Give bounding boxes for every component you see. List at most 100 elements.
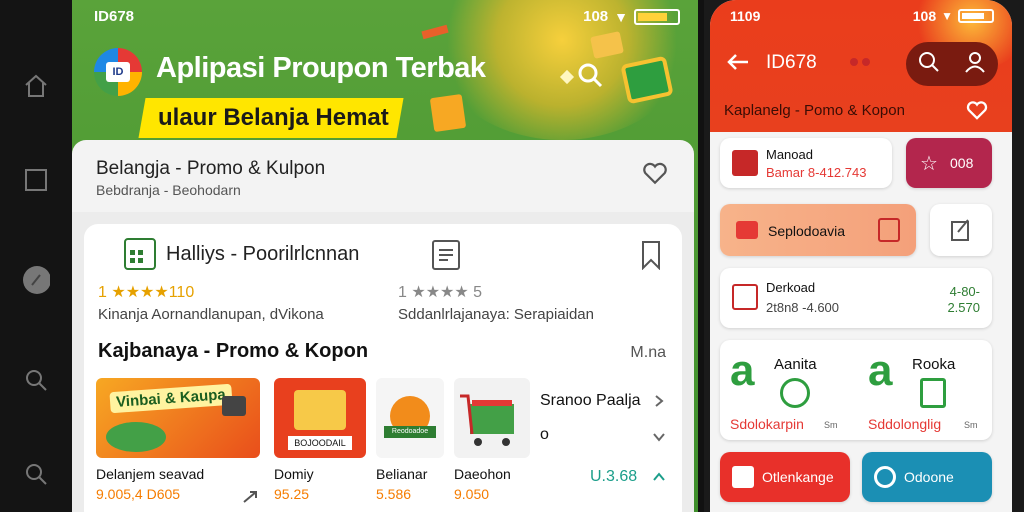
product-image: Vinbai & Kaupa — [96, 378, 260, 458]
see-more-link[interactable]: M.na — [630, 344, 666, 362]
category-label: Rooka — [912, 356, 956, 373]
card-title: Belangja - Promo & Kulpon — [96, 158, 326, 179]
basket-icon — [732, 284, 758, 310]
document-icon[interactable] — [432, 240, 460, 270]
edit-button[interactable] — [930, 204, 992, 256]
product-name: Domiy — [274, 466, 314, 482]
content-area: Halliys - Poorilrlcnnan 1 ★★★★110 1 ★★★★… — [72, 212, 694, 512]
screen: ID678 108 ▼ ID Aplipasi Proupon Terbak u… — [0, 0, 1024, 512]
category-icon[interactable] — [780, 378, 810, 408]
page-title: ID678 — [766, 52, 817, 73]
deal-value-1: 4-80- — [949, 284, 980, 299]
product-card[interactable]: Vinbai & Kaupa Delanjem seavad 9.005,4 D… — [96, 378, 260, 502]
side-value: o — [540, 426, 549, 443]
right-action-button[interactable]: Odoone — [862, 452, 992, 502]
product-card[interactable]: Reodoadoe Belianar 5.586 — [376, 378, 444, 502]
chevron-down-icon[interactable] — [652, 430, 666, 444]
link-icon — [874, 466, 896, 488]
category-meta: Sm — [964, 420, 978, 430]
status-bar: 1109 108 ▼ — [730, 8, 1000, 24]
category-letter: a — [868, 346, 893, 395]
content-card: Halliys - Poorilrlcnnan 1 ★★★★110 1 ★★★★… — [84, 224, 682, 512]
nav-rail — [0, 0, 72, 512]
promo-card-title: Manoad — [766, 147, 813, 162]
side-label: Sranoo Paalja — [540, 392, 641, 409]
gift-icon — [878, 218, 900, 242]
status-time: 108 — [583, 8, 609, 25]
product-name: Daeohon — [454, 466, 511, 482]
promo-bar-label: Seplodoavia — [768, 223, 846, 239]
rating-left: 1 ★★★★110 — [98, 284, 195, 301]
product-image-label: Vinbai & Kaupa — [109, 383, 233, 414]
chevron-up-icon[interactable] — [652, 470, 666, 484]
product-card[interactable]: BOJOODAIL Domiy 95.25 — [274, 378, 366, 502]
header: 1109 108 ▼ ID678 Kaplanelg - Pomo & Kopo… — [710, 0, 1012, 132]
category-meta: Sm — [824, 420, 838, 430]
indicator-dots — [850, 58, 870, 66]
pill-button[interactable]: ☆ 008 — [906, 138, 992, 188]
left-action-button[interactable]: Otlenkange — [720, 452, 850, 502]
subtext-right: Sddanlrlajanaya: Serapiaidan — [398, 306, 594, 323]
row-title: Halliys - Poorilrlcnnan — [166, 242, 360, 265]
product-name: Delanjem seavad — [96, 466, 205, 482]
category-sub: Sdolokarpin — [730, 416, 804, 432]
header-card: Belangja - Promo & Kulpon Bebdranja - Be… — [72, 140, 694, 212]
app-title: Aplipasi Proupon Terbak — [156, 52, 486, 84]
product-name: Belianar — [376, 466, 428, 482]
header-actions — [906, 42, 998, 86]
wifi-icon: ▼ — [614, 8, 628, 25]
bookmark-icon[interactable] — [640, 240, 662, 271]
category-letter: a — [730, 346, 755, 395]
category-icon[interactable] — [920, 378, 946, 408]
basket-icon — [732, 150, 758, 176]
user-icon[interactable] — [964, 51, 986, 78]
status-app-id: 1109 — [730, 8, 761, 24]
product-price: 9.050 — [454, 486, 490, 502]
home-icon[interactable] — [22, 72, 50, 100]
product-card[interactable]: Daeohon 9.050 — [454, 378, 530, 502]
product-price: 5.586 — [376, 486, 412, 502]
product-image: BOJOODAIL — [274, 378, 366, 458]
deal-card[interactable]: Derkoad 2t8n8 -4.600 4-80- 2.570 — [720, 268, 992, 328]
product-price: 95.25 — [274, 486, 310, 502]
search-icon[interactable] — [22, 366, 50, 394]
calendar-icon — [124, 238, 156, 270]
status-app-id: ID678 — [94, 8, 135, 25]
circle-icon[interactable] — [22, 266, 50, 294]
search-icon[interactable] — [22, 460, 50, 488]
heart-icon[interactable] — [966, 100, 988, 120]
promo-banner[interactable]: ulaur Belanja Hemat — [138, 98, 404, 138]
heart-icon[interactable] — [642, 160, 668, 186]
category-grid: a Aanita Sdolokarpin Sm a Rooka Sddolong… — [720, 340, 992, 440]
deal-title: Derkoad — [766, 280, 816, 295]
square-icon[interactable] — [22, 166, 50, 194]
phone-right: 1109 108 ▼ ID678 Kaplanelg - Pomo & Kopo… — [704, 0, 1024, 512]
status-time: 108 — [912, 8, 937, 24]
tag-icon — [736, 221, 758, 239]
side-price: U.3.68 — [590, 468, 638, 485]
left-action-label: Otlenkange — [762, 469, 834, 485]
product-image — [454, 378, 530, 458]
deal-value-2: 2.570 — [947, 300, 980, 315]
battery-icon — [634, 8, 680, 25]
phone-right-screen: 1109 108 ▼ ID678 Kaplanelg - Pomo & Kopo… — [710, 0, 1012, 512]
wifi-icon: ▼ — [941, 9, 953, 23]
battery-icon — [958, 9, 994, 23]
category-sub: Sddolonglig — [868, 416, 942, 432]
section-title: Kajbanaya - Promo & Kopon — [98, 340, 369, 362]
shopping-bag-icon — [429, 93, 467, 133]
chevron-right-icon[interactable] — [652, 394, 666, 408]
promo-card[interactable]: Manoad Bamar 8-412.743 — [720, 138, 892, 188]
rating-right: 1 ★★★★ 5 — [398, 284, 483, 301]
status-bar: ID678 108 ▼ — [92, 8, 682, 28]
share-icon[interactable] — [242, 490, 258, 504]
pill-value: 008 — [950, 155, 974, 171]
subtitle: Kaplanelg - Pomo & Kopon — [724, 102, 905, 119]
share-icon — [732, 466, 754, 488]
search-icon[interactable] — [918, 51, 940, 78]
promo-bar[interactable]: Seplodoavia — [720, 204, 916, 256]
product-image-label: BOJOODAIL — [288, 436, 352, 450]
back-arrow-icon[interactable] — [726, 52, 750, 72]
search-icon[interactable] — [577, 62, 603, 88]
app-logo: ID — [94, 48, 142, 96]
